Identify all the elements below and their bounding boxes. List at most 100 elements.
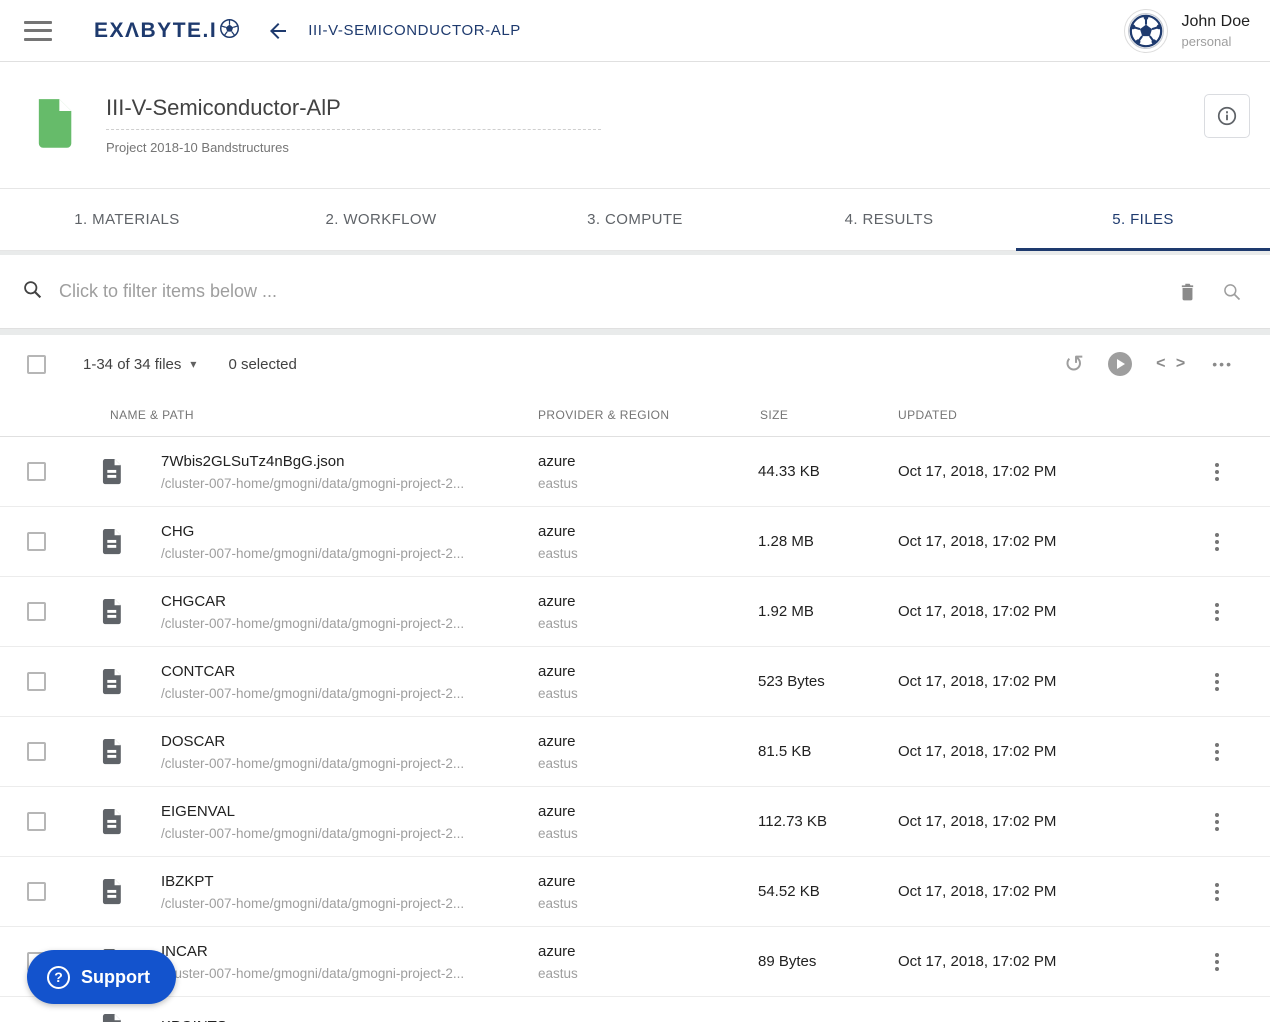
col-provider-region[interactable]: PROVIDER & REGION: [538, 408, 760, 422]
region: eastus: [538, 615, 578, 631]
row-menu-button[interactable]: [1209, 457, 1225, 487]
col-updated[interactable]: UPDATED: [898, 408, 1270, 422]
back-arrow-icon[interactable]: [266, 19, 290, 43]
row-menu-button[interactable]: [1209, 947, 1225, 977]
file-icon: [64, 668, 161, 695]
file-name: CHG: [161, 522, 195, 540]
file-path: /cluster-007-home/gmogni/data/gmogni-pro…: [161, 475, 465, 491]
col-size[interactable]: SIZE: [760, 408, 898, 422]
region: eastus: [538, 685, 578, 701]
file-path: /cluster-007-home/gmogni/data/gmogni-pro…: [161, 755, 465, 771]
user-area[interactable]: John Doe personal: [1123, 8, 1250, 53]
row-checkbox[interactable]: [27, 672, 46, 691]
provider: azure: [538, 732, 576, 750]
row-menu-button[interactable]: [1209, 667, 1225, 697]
row-checkbox[interactable]: [27, 532, 46, 551]
tab-results[interactable]: 4. RESULTS: [762, 189, 1016, 250]
provider: azure: [538, 592, 576, 610]
support-button[interactable]: ? Support: [27, 950, 176, 1004]
file-size: 1.28 MB: [758, 533, 814, 550]
provider: azure: [538, 452, 576, 470]
file-rows: 7Wbis2GLSuTz4nBgG.json /cluster-007-home…: [0, 437, 1270, 997]
undo-icon: ↺: [1064, 350, 1085, 378]
row-menu-button[interactable]: [1209, 527, 1225, 557]
info-button[interactable]: [1204, 94, 1250, 138]
file-updated: Oct 17, 2018, 17:02 PM: [898, 533, 1057, 550]
file-name: IBZKPT: [161, 872, 214, 890]
project-header: III-V-Semiconductor-AlP Project 2018-10 …: [0, 62, 1270, 189]
file-updated: Oct 17, 2018, 17:02 PM: [898, 463, 1057, 480]
table-row-partial[interactable]: KPOINTS: [0, 997, 1270, 1022]
clear-filter-button[interactable]: [1179, 281, 1196, 302]
region: eastus: [538, 965, 578, 981]
row-checkbox[interactable]: [27, 602, 46, 621]
breadcrumb: III-V-SEMICONDUCTOR-ALP: [308, 22, 521, 39]
project-title[interactable]: III-V-Semiconductor-AlP: [106, 95, 341, 120]
file-name: INCAR: [161, 942, 208, 960]
row-checkbox[interactable]: [27, 462, 46, 481]
file-name: KPOINTS: [161, 1018, 1270, 1022]
provider: azure: [538, 522, 576, 540]
table-row[interactable]: DOSCAR /cluster-007-home/gmogni/data/gmo…: [0, 717, 1270, 787]
file-size: 89 Bytes: [758, 953, 817, 970]
apply-filter-button[interactable]: [1222, 282, 1242, 302]
tab-materials[interactable]: 1. MATERIALS: [0, 189, 254, 250]
file-list-card: 1-34 of 34 files ▾ 0 selected ↺ < > ••• …: [0, 335, 1270, 1022]
table-row[interactable]: INCAR /cluster-007-home/gmogni/data/gmog…: [0, 927, 1270, 997]
table-row[interactable]: CHG /cluster-007-home/gmogni/data/gmogni…: [0, 507, 1270, 577]
file-size: 81.5 KB: [758, 743, 812, 760]
table-row[interactable]: EIGENVAL /cluster-007-home/gmogni/data/g…: [0, 787, 1270, 857]
table-row[interactable]: 7Wbis2GLSuTz4nBgG.json /cluster-007-home…: [0, 437, 1270, 507]
file-path: /cluster-007-home/gmogni/data/gmogni-pro…: [161, 965, 465, 981]
table-row[interactable]: CONTCAR /cluster-007-home/gmogni/data/gm…: [0, 647, 1270, 717]
pagination-dropdown[interactable]: 1-34 of 34 files ▾: [83, 356, 196, 373]
code-view-button[interactable]: < >: [1156, 355, 1188, 373]
exabyte-logo[interactable]: EXΛBYTE.I: [94, 18, 240, 44]
file-path: /cluster-007-home/gmogni/data/gmogni-pro…: [161, 545, 465, 561]
chevron-down-icon: ▾: [190, 357, 197, 371]
trash-icon: [1181, 283, 1194, 301]
support-label: Support: [81, 966, 150, 987]
select-all-checkbox[interactable]: [27, 354, 46, 374]
file-path: /cluster-007-home/gmogni/data/gmogni-pro…: [161, 685, 465, 701]
selected-count: 0 selected: [228, 355, 297, 373]
filter-input[interactable]: [59, 281, 1179, 302]
avatar[interactable]: [1123, 8, 1168, 53]
list-toolbar: 1-34 of 34 files ▾ 0 selected ↺ < > •••: [0, 335, 1270, 393]
project-subtitle: Project 2018-10 Bandstructures: [106, 140, 289, 155]
row-checkbox[interactable]: [27, 812, 46, 831]
row-checkbox[interactable]: [27, 742, 46, 761]
table-row[interactable]: CHGCAR /cluster-007-home/gmogni/data/gmo…: [0, 577, 1270, 647]
row-menu-button[interactable]: [1209, 877, 1225, 907]
col-name-path[interactable]: NAME & PATH: [110, 408, 538, 422]
provider: azure: [538, 942, 576, 960]
row-menu-button[interactable]: [1209, 807, 1225, 837]
region: eastus: [538, 545, 578, 561]
row-menu-button[interactable]: [1209, 737, 1225, 767]
info-icon: [1217, 106, 1237, 126]
file-updated: Oct 17, 2018, 17:02 PM: [898, 743, 1057, 760]
user-role: personal: [1181, 33, 1232, 49]
tab-files[interactable]: 5. FILES: [1016, 189, 1270, 251]
help-icon: ?: [47, 965, 70, 989]
row-checkbox[interactable]: [27, 882, 46, 901]
run-button[interactable]: [1108, 352, 1133, 376]
tab-compute[interactable]: 3. COMPUTE: [508, 189, 762, 250]
region: eastus: [538, 895, 578, 911]
region: eastus: [538, 475, 578, 491]
file-size: 523 Bytes: [758, 673, 825, 690]
file-count: 1-34 of 34 files: [83, 355, 182, 373]
project-title-underline: III-V-Semiconductor-AlP: [106, 95, 601, 130]
refresh-button[interactable]: ↺: [1064, 352, 1084, 376]
file-path: /cluster-007-home/gmogni/data/gmogni-pro…: [161, 615, 465, 631]
more-actions-button[interactable]: •••: [1212, 356, 1233, 372]
tab-workflow[interactable]: 2. WORKFLOW: [254, 189, 508, 250]
file-updated: Oct 17, 2018, 17:02 PM: [898, 603, 1057, 620]
soccer-ball-icon: [219, 18, 240, 44]
row-menu-button[interactable]: [1209, 597, 1225, 627]
file-icon: [64, 808, 161, 835]
table-row[interactable]: IBZKPT /cluster-007-home/gmogni/data/gmo…: [0, 857, 1270, 927]
menu-icon[interactable]: [24, 20, 52, 41]
filter-bar: [0, 255, 1270, 329]
file-updated: Oct 17, 2018, 17:02 PM: [898, 953, 1057, 970]
